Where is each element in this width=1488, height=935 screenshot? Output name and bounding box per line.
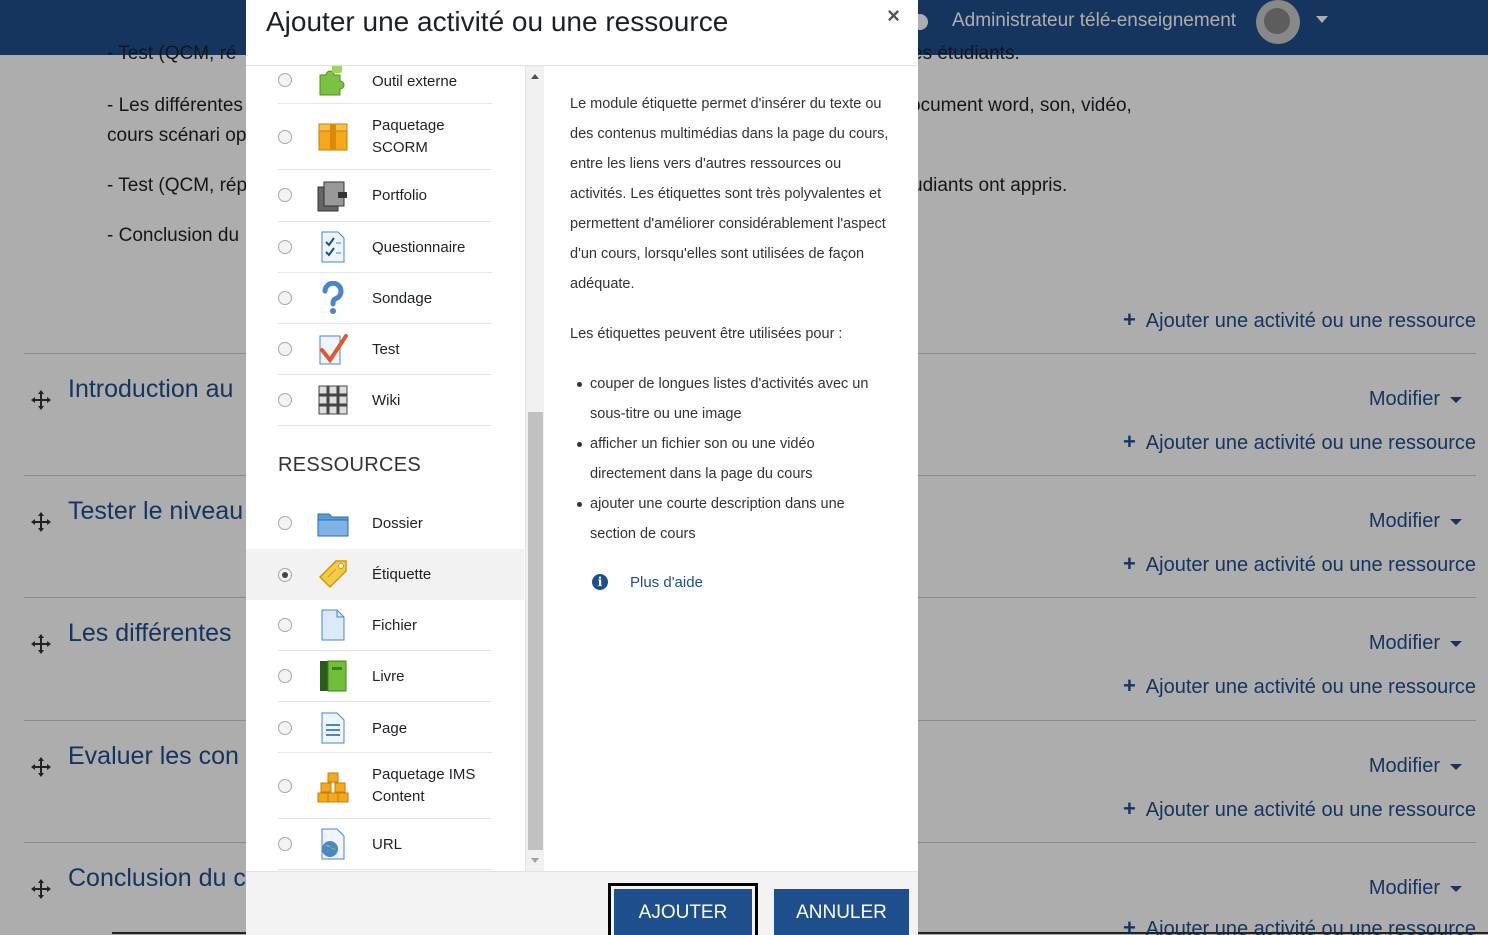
question-mark-icon xyxy=(322,281,344,314)
radio-test[interactable] xyxy=(278,342,292,356)
radio-paquetage-scorm[interactable] xyxy=(278,130,292,144)
label-tag-icon xyxy=(318,560,347,589)
modal-title: Ajouter une activité ou une ressource xyxy=(266,6,729,37)
list-item-fichier[interactable]: Fichier xyxy=(246,600,524,651)
radio-livre[interactable] xyxy=(278,669,292,683)
checkmark-icon xyxy=(319,334,348,365)
list-item-outil-externe[interactable]: Outil externe xyxy=(246,66,524,104)
list-item-wiki[interactable]: Wiki xyxy=(246,375,524,426)
close-icon[interactable]: × xyxy=(887,3,900,29)
scroll-down-arrow-icon[interactable] xyxy=(531,858,539,863)
radio-portfolio[interactable] xyxy=(278,188,292,202)
list-item-paquetage-scorm[interactable]: Paquetage SCORM xyxy=(246,104,524,170)
folder-icon xyxy=(317,513,349,537)
radio-url[interactable] xyxy=(278,837,292,851)
modal-footer: AJOUTER ANNULER xyxy=(246,871,918,935)
radio-sondage[interactable] xyxy=(278,291,292,305)
more-help-link[interactable]: Plus d'aide xyxy=(630,574,703,591)
questionnaire-icon xyxy=(321,231,345,263)
ims-package-icon xyxy=(317,772,349,803)
list-item-etiquette[interactable]: Étiquette xyxy=(246,549,524,600)
help-pane: Le module étiquette permet d'insérer du … xyxy=(546,66,918,871)
resources-group-heading: RESSOURCES xyxy=(278,454,422,476)
page-icon xyxy=(321,712,345,744)
radio-questionnaire[interactable] xyxy=(278,240,292,254)
radio-dossier[interactable] xyxy=(278,516,292,530)
list-item-test[interactable]: Test xyxy=(246,324,524,375)
list-scrollbar[interactable] xyxy=(525,66,544,871)
puzzle-icon xyxy=(319,66,345,96)
radio-outil-externe[interactable] xyxy=(278,73,292,87)
scrollbar-thumb[interactable] xyxy=(528,412,543,850)
list-item-livre[interactable]: Livre xyxy=(246,651,524,702)
list-item-sondage[interactable]: Sondage xyxy=(246,273,524,324)
help-list-item: afficher un fichier son ou une vidéo dir… xyxy=(577,429,890,489)
list-item-portfolio[interactable]: Portfolio xyxy=(246,170,524,222)
package-icon xyxy=(318,123,348,151)
list-item-page[interactable]: Page xyxy=(246,702,524,753)
radio-page[interactable] xyxy=(278,721,292,735)
book-icon xyxy=(320,660,347,692)
scroll-up-arrow-icon[interactable] xyxy=(531,74,539,79)
help-description: Le module étiquette permet d'insérer du … xyxy=(570,96,889,292)
modal-header: Ajouter une activité ou une ressource × xyxy=(246,0,918,66)
activity-list: Outil externe Paquetage SCORM Portfolio xyxy=(246,66,544,871)
list-item-questionnaire[interactable]: Questionnaire xyxy=(246,222,524,273)
add-activity-modal: Ajouter une activité ou une ressource × … xyxy=(246,0,918,935)
radio-wiki[interactable] xyxy=(278,393,292,407)
info-icon: i xyxy=(592,574,608,590)
url-globe-icon xyxy=(321,828,345,860)
radio-paquetage-ims[interactable] xyxy=(278,779,292,793)
help-list-item: ajouter une courte description dans une … xyxy=(577,489,890,549)
radio-etiquette[interactable] xyxy=(278,568,292,582)
add-button[interactable]: AJOUTER xyxy=(608,883,758,935)
list-item-url[interactable]: URL xyxy=(246,819,524,870)
portfolio-icon xyxy=(317,181,347,212)
radio-fichier[interactable] xyxy=(278,618,292,632)
list-item-dossier[interactable]: Dossier xyxy=(246,497,524,549)
file-icon xyxy=(321,609,345,641)
wiki-icon xyxy=(318,385,348,415)
list-item-paquetage-ims[interactable]: Paquetage IMS Content xyxy=(246,753,524,819)
help-usage-intro: Les étiquettes peuvent être utilisées po… xyxy=(570,326,843,342)
cancel-button[interactable]: ANNULER xyxy=(774,889,909,935)
help-list-item: couper de longues listes d'activités ave… xyxy=(577,369,890,429)
